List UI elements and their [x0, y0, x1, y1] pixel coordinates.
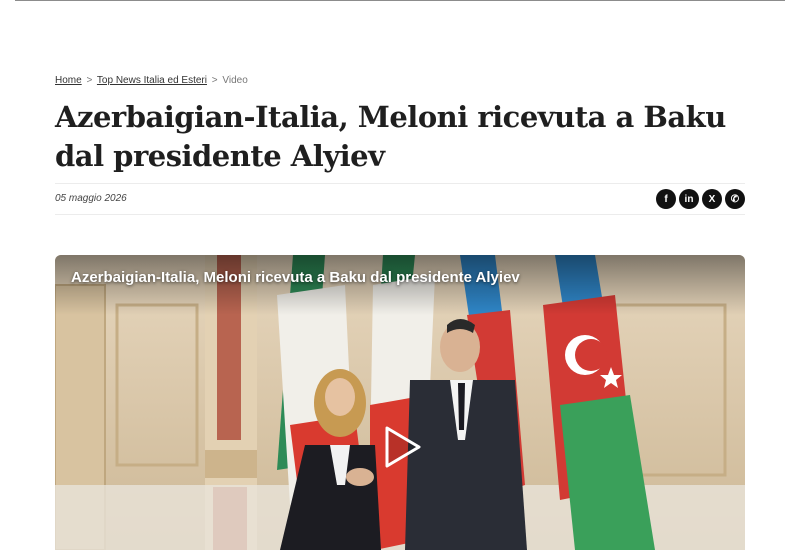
- top-divider: [15, 0, 785, 1]
- breadcrumb: Home > Top News Italia ed Esteri > Video: [55, 75, 248, 86]
- page-title: Azerbaigian-Italia, Meloni ricevuta a Ba…: [55, 100, 726, 173]
- whatsapp-share-button[interactable]: ✆: [725, 189, 745, 209]
- breadcrumb-separator: >: [86, 75, 93, 86]
- linkedin-icon: in: [684, 193, 694, 205]
- video-thumbnail: [55, 255, 745, 550]
- play-icon[interactable]: [383, 425, 423, 469]
- share-buttons: f in X ✆: [656, 189, 745, 209]
- x-share-button[interactable]: X: [702, 189, 722, 209]
- x-icon: X: [708, 193, 716, 205]
- article-meta-bar: 05 maggio 2026 f in X ✆: [55, 183, 745, 215]
- video-title: Azerbaigian-Italia, Meloni ricevuta a Ba…: [71, 269, 520, 286]
- publish-date: 05 maggio 2026: [55, 193, 127, 204]
- video-player[interactable]: Azerbaigian-Italia, Meloni ricevuta a Ba…: [55, 255, 745, 550]
- breadcrumb-separator: >: [211, 75, 218, 86]
- facebook-icon: f: [664, 193, 668, 205]
- linkedin-share-button[interactable]: in: [679, 189, 699, 209]
- whatsapp-icon: ✆: [730, 193, 740, 205]
- breadcrumb-home-link[interactable]: Home: [55, 75, 82, 86]
- facebook-share-button[interactable]: f: [656, 189, 676, 209]
- breadcrumb-current: Video: [222, 75, 248, 86]
- breadcrumb-section-link[interactable]: Top News Italia ed Esteri: [97, 75, 207, 86]
